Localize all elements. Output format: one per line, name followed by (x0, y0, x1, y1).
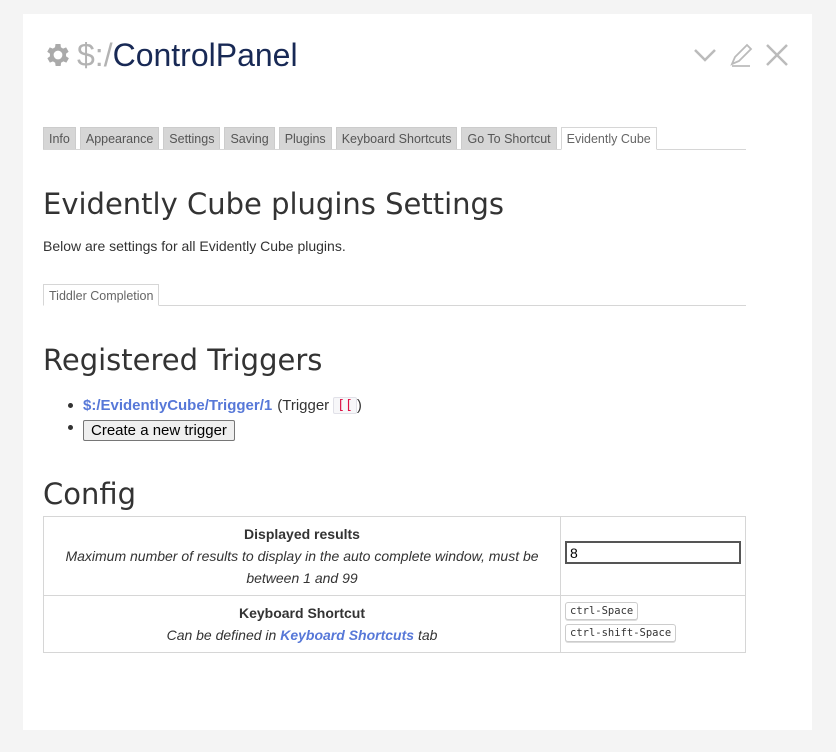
tab-saving[interactable]: Saving (224, 127, 275, 149)
plugin-subtabs: Tiddler Completion (43, 284, 746, 306)
settings-heading: Evidently Cube plugins Settings (43, 187, 505, 221)
config-value-cell: ctrl-Space ctrl-shift-Space (560, 595, 746, 653)
tab-go-to-shortcut[interactable]: Go To Shortcut (461, 127, 557, 149)
list-item: $:/EvidentlyCube/Trigger/1 (Trigger [[ ) (68, 394, 362, 416)
trigger-list: $:/EvidentlyCube/Trigger/1 (Trigger [[ )… (68, 394, 362, 441)
trigger-suffix: ) (356, 396, 362, 414)
shortcut-key: ctrl-shift-Space (565, 624, 677, 642)
triggers-heading: Registered Triggers (43, 343, 323, 377)
table-row: Keyboard Shortcut Can be defined in Keyb… (43, 595, 746, 653)
create-trigger-button[interactable]: Create a new trigger (83, 419, 235, 441)
close-icon[interactable] (764, 42, 790, 68)
config-label-cell: Keyboard Shortcut Can be defined in Keyb… (43, 595, 561, 653)
displayed-results-input[interactable] (565, 541, 741, 564)
list-item: Create a new trigger (68, 416, 362, 441)
control-panel-tabs: Info Appearance Settings Saving Plugins … (43, 127, 746, 150)
tab-appearance[interactable]: Appearance (79, 127, 160, 149)
trigger-prefix: (Trigger (277, 396, 330, 414)
desc-pre: Can be defined in (166, 627, 277, 643)
tab-settings[interactable]: Settings (163, 127, 221, 149)
tab-plugins[interactable]: Plugins (278, 127, 332, 149)
page-title: ControlPanel (112, 37, 298, 73)
displayed-results-description: Maximum number of results to display in … (65, 548, 539, 586)
keyboard-shortcuts-link[interactable]: Keyboard Shortcuts (280, 627, 414, 643)
trigger-link[interactable]: $:/EvidentlyCube/Trigger/1 (83, 397, 272, 414)
config-value-cell (560, 516, 746, 596)
config-heading: Config (43, 477, 137, 511)
edit-icon[interactable] (728, 42, 754, 68)
tab-info[interactable]: Info (43, 127, 76, 149)
keyboard-shortcut-title: Keyboard Shortcut (238, 605, 365, 621)
table-row: Displayed results Maximum number of resu… (43, 516, 746, 596)
tab-tiddler-completion[interactable]: Tiddler Completion (43, 284, 160, 306)
chevron-down-icon[interactable] (692, 42, 718, 68)
displayed-results-title: Displayed results (244, 526, 360, 542)
tiddler-title: $:/ ControlPanel (43, 36, 298, 74)
shortcut-key: ctrl-Space (565, 602, 639, 620)
tiddler-controls (692, 42, 790, 68)
trigger-code: [[ (333, 396, 357, 414)
gear-icon (47, 44, 69, 66)
tab-evidently-cube[interactable]: Evidently Cube (560, 127, 657, 150)
desc-post: tab (417, 627, 438, 643)
keyboard-shortcut-description: Can be defined in Keyboard Shortcuts tab (54, 624, 550, 646)
config-table: Displayed results Maximum number of resu… (43, 516, 746, 653)
config-label-cell: Displayed results Maximum number of resu… (43, 516, 561, 596)
tab-keyboard-shortcuts[interactable]: Keyboard Shortcuts (335, 127, 458, 149)
title-prefix: $:/ (77, 37, 113, 73)
settings-description: Below are settings for all Evidently Cub… (43, 238, 346, 254)
